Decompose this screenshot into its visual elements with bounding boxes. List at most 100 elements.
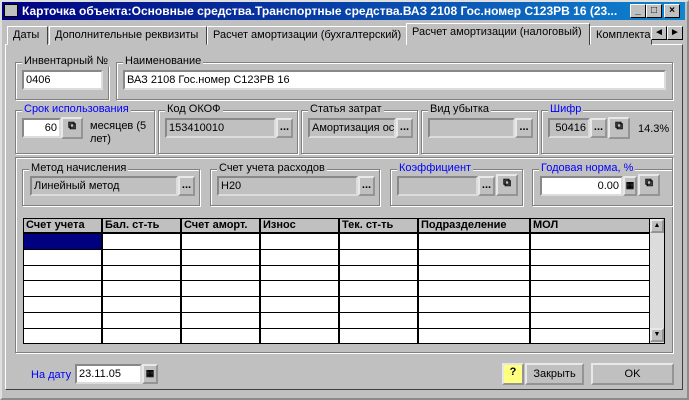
expense-account-select-button[interactable]: ... — [358, 176, 375, 196]
calculator-icon[interactable]: ▦ — [623, 176, 637, 196]
title-bar: Карточка объекта:Основные средства.Транс… — [2, 2, 685, 20]
table-cell[interactable] — [182, 265, 261, 282]
table-cell[interactable] — [531, 328, 651, 345]
table-cell[interactable] — [340, 312, 419, 329]
column-header[interactable]: Подразделение — [419, 219, 531, 234]
cost-item-input[interactable]: Амортизация ос — [308, 118, 396, 138]
ok-button[interactable]: OK — [591, 363, 674, 385]
table-scrollbar[interactable] — [650, 233, 664, 343]
table-cell[interactable] — [340, 328, 419, 345]
table-cell[interactable] — [419, 328, 531, 345]
coefficient-input[interactable] — [397, 176, 478, 196]
term-input[interactable]: 60 — [22, 118, 61, 138]
table-cell[interactable] — [419, 281, 531, 298]
cipher-select-button[interactable]: ... — [590, 118, 607, 138]
table-cell[interactable] — [340, 265, 419, 282]
table-cell[interactable] — [419, 249, 531, 266]
table-cell[interactable] — [419, 265, 531, 282]
tab-scroll-right[interactable]: ► — [667, 26, 683, 40]
scroll-up-button[interactable]: ▲ — [650, 219, 664, 233]
close-dialog-button[interactable]: Закрыть — [525, 363, 584, 385]
loss-type-input[interactable] — [428, 118, 515, 138]
table-cell[interactable] — [103, 328, 182, 345]
table-cell[interactable] — [340, 296, 419, 313]
tab-scroll-left[interactable]: ◄ — [651, 26, 667, 40]
okof-select-button[interactable]: ... — [276, 118, 293, 138]
copy-icon[interactable]: ⧉ — [608, 117, 630, 139]
table-cell[interactable] — [261, 328, 340, 345]
table-cell[interactable] — [531, 281, 651, 298]
table-cell[interactable] — [531, 249, 651, 266]
cipher-rate: 14.3% — [638, 123, 670, 135]
table-cell[interactable] — [531, 312, 651, 329]
table-cell[interactable] — [24, 328, 103, 345]
table-cell[interactable] — [182, 328, 261, 345]
tab-dates[interactable]: Даты — [7, 26, 48, 45]
column-header[interactable]: МОЛ — [531, 219, 651, 234]
name-input[interactable]: ВАЗ 2108 Гос.номер С123РВ 16 — [123, 70, 666, 90]
table-cell[interactable] — [24, 281, 103, 298]
table-cell[interactable] — [103, 296, 182, 313]
table-cell[interactable] — [103, 249, 182, 266]
table-cell[interactable] — [24, 312, 103, 329]
tab-additional[interactable]: Дополнительные реквизиты — [49, 26, 207, 45]
column-header[interactable]: Тек. ст-ть — [340, 219, 419, 234]
table-cell[interactable] — [419, 234, 531, 250]
table-cell[interactable] — [531, 265, 651, 282]
expense-account-input[interactable]: Н20 — [217, 176, 358, 196]
loss-type-select-button[interactable]: ... — [515, 118, 533, 138]
cost-item-select-button[interactable]: ... — [396, 118, 413, 138]
annual-rate-input[interactable]: 0.00 — [540, 176, 623, 196]
table-cell[interactable] — [261, 281, 340, 298]
help-button[interactable]: ? — [502, 363, 524, 385]
table-cell[interactable] — [24, 249, 103, 266]
date-input[interactable]: 23.11.05 — [75, 364, 142, 384]
table-cell[interactable] — [419, 312, 531, 329]
tab-depreciation-tax[interactable]: Расчет амортизации (налоговый) — [406, 23, 590, 45]
scroll-down-button[interactable]: ▼ — [650, 328, 664, 342]
table-cell[interactable] — [182, 234, 261, 250]
table-cell[interactable] — [261, 312, 340, 329]
tab-complete[interactable]: Комплекта — [590, 26, 652, 45]
calendar-icon[interactable]: ▦ — [142, 364, 158, 384]
column-header[interactable]: Счет учета — [24, 219, 103, 234]
table-cell[interactable] — [24, 296, 103, 313]
maximize-button[interactable]: □ — [646, 4, 662, 18]
table-cell[interactable] — [531, 296, 651, 313]
table-cell[interactable] — [182, 296, 261, 313]
table-cell[interactable] — [340, 234, 419, 250]
table-cell[interactable] — [182, 249, 261, 266]
inventory-input[interactable]: 0406 — [22, 70, 103, 90]
copy-icon[interactable]: ⧉ — [638, 174, 660, 196]
table-cell[interactable] — [24, 265, 103, 282]
table-cell[interactable] — [182, 281, 261, 298]
table-cell[interactable] — [103, 281, 182, 298]
minimize-button[interactable]: _ — [630, 4, 646, 18]
table-cell[interactable] — [531, 234, 651, 250]
table-cell[interactable] — [24, 234, 103, 250]
table-cell[interactable] — [182, 312, 261, 329]
column-header[interactable]: Износ — [261, 219, 340, 234]
table-cell[interactable] — [261, 249, 340, 266]
table-cell[interactable] — [261, 296, 340, 313]
table-cell[interactable] — [103, 312, 182, 329]
accounts-table[interactable]: Счет учета Бал. ст-ть Счет аморт. Износ Тек.… — [23, 218, 665, 345]
table-cell[interactable] — [103, 265, 182, 282]
coefficient-select-button[interactable]: ... — [478, 176, 495, 196]
table-cell[interactable] — [103, 234, 182, 250]
method-input[interactable]: Линейный метод — [30, 176, 178, 196]
table-cell[interactable] — [419, 296, 531, 313]
table-cell[interactable] — [340, 281, 419, 298]
cipher-input[interactable]: 50416 — [548, 118, 590, 138]
okof-input[interactable]: 153410010 — [165, 118, 276, 138]
tab-depreciation-accounting[interactable]: Расчет амортизации (бухгалтерский) — [207, 26, 407, 45]
table-cell[interactable] — [340, 249, 419, 266]
method-select-button[interactable]: ... — [178, 176, 195, 196]
copy-icon[interactable]: ⧉ — [496, 174, 518, 196]
table-cell[interactable] — [261, 265, 340, 282]
table-cell[interactable] — [261, 234, 340, 250]
column-header[interactable]: Счет аморт. — [182, 219, 261, 234]
copy-icon[interactable]: ⧉ — [61, 117, 83, 139]
column-header[interactable]: Бал. ст-ть — [103, 219, 182, 234]
close-button[interactable]: × — [664, 4, 680, 18]
